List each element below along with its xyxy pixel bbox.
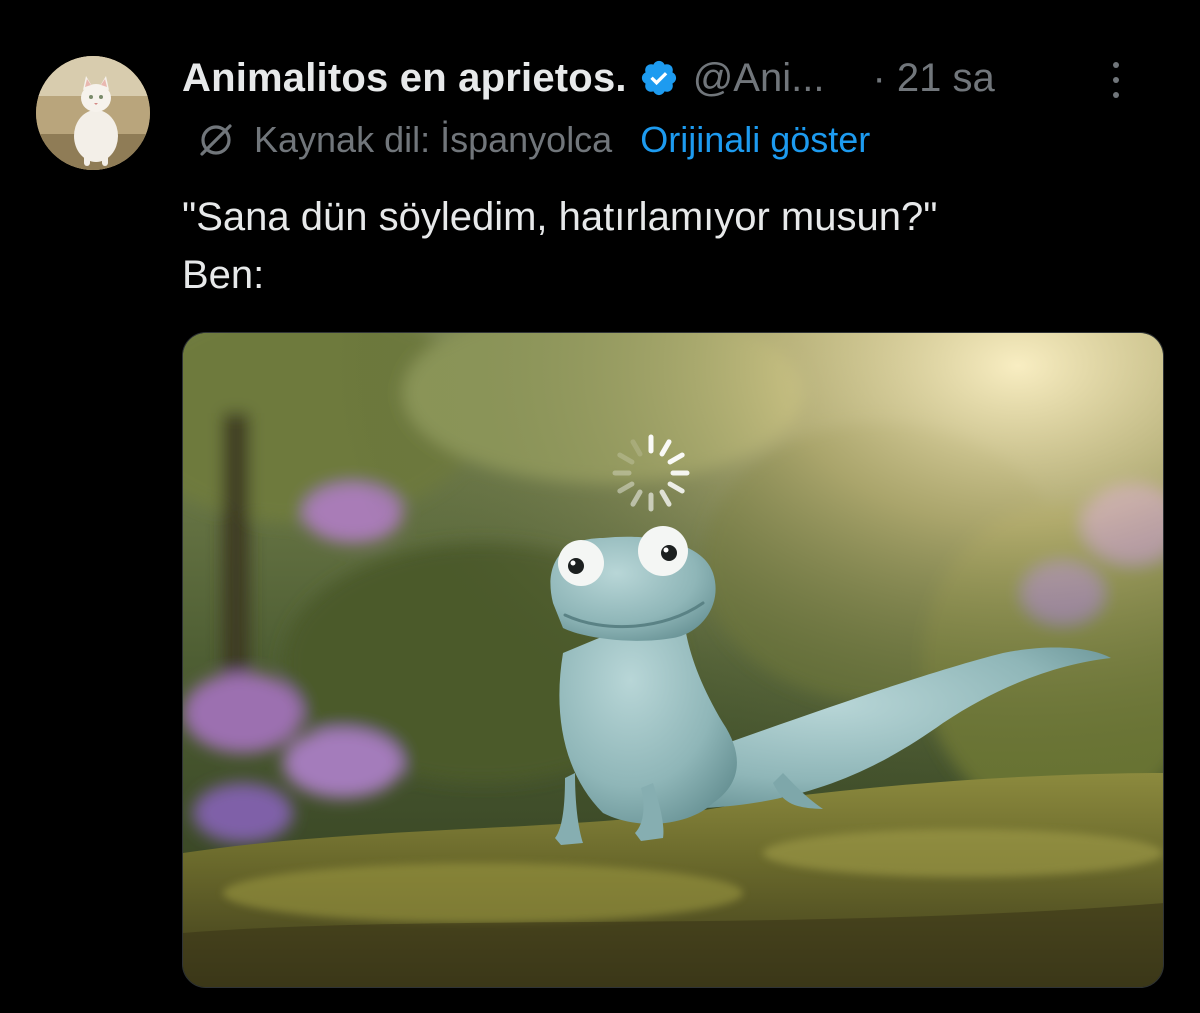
show-original-link[interactable]: Orijinali göster (640, 119, 870, 161)
display-name[interactable]: Animalitos en aprietos. (182, 56, 627, 101)
tweet[interactable]: Animalitos en aprietos. @Ani... · 21 sa … (0, 0, 1200, 1013)
avatar[interactable] (36, 56, 150, 170)
handle[interactable]: @Ani... (693, 56, 825, 101)
cat-avatar-icon (36, 56, 150, 170)
translate-icon (196, 120, 236, 160)
tweet-header: Animalitos en aprietos. @Ani... · 21 sa (182, 50, 1172, 106)
verified-badge-icon[interactable] (639, 58, 679, 98)
tweet-text: "Sana dün söyledim, hatırlamıyor musun?"… (182, 188, 1162, 304)
tweet-text-line: "Sana dün söyledim, hatırlamıyor musun?" (182, 195, 938, 239)
tweet-media-image[interactable] (182, 332, 1164, 988)
tweet-text-line: Ben: (182, 253, 265, 297)
lizard-loading-image (183, 333, 1163, 987)
more-vertical-icon[interactable] (1108, 62, 1124, 98)
translation-bar: Kaynak dil: İspanyolca Orijinali göster (196, 116, 870, 164)
source-language-label: Kaynak dil: İspanyolca (254, 119, 613, 160)
timestamp[interactable]: · 21 sa (872, 56, 994, 101)
